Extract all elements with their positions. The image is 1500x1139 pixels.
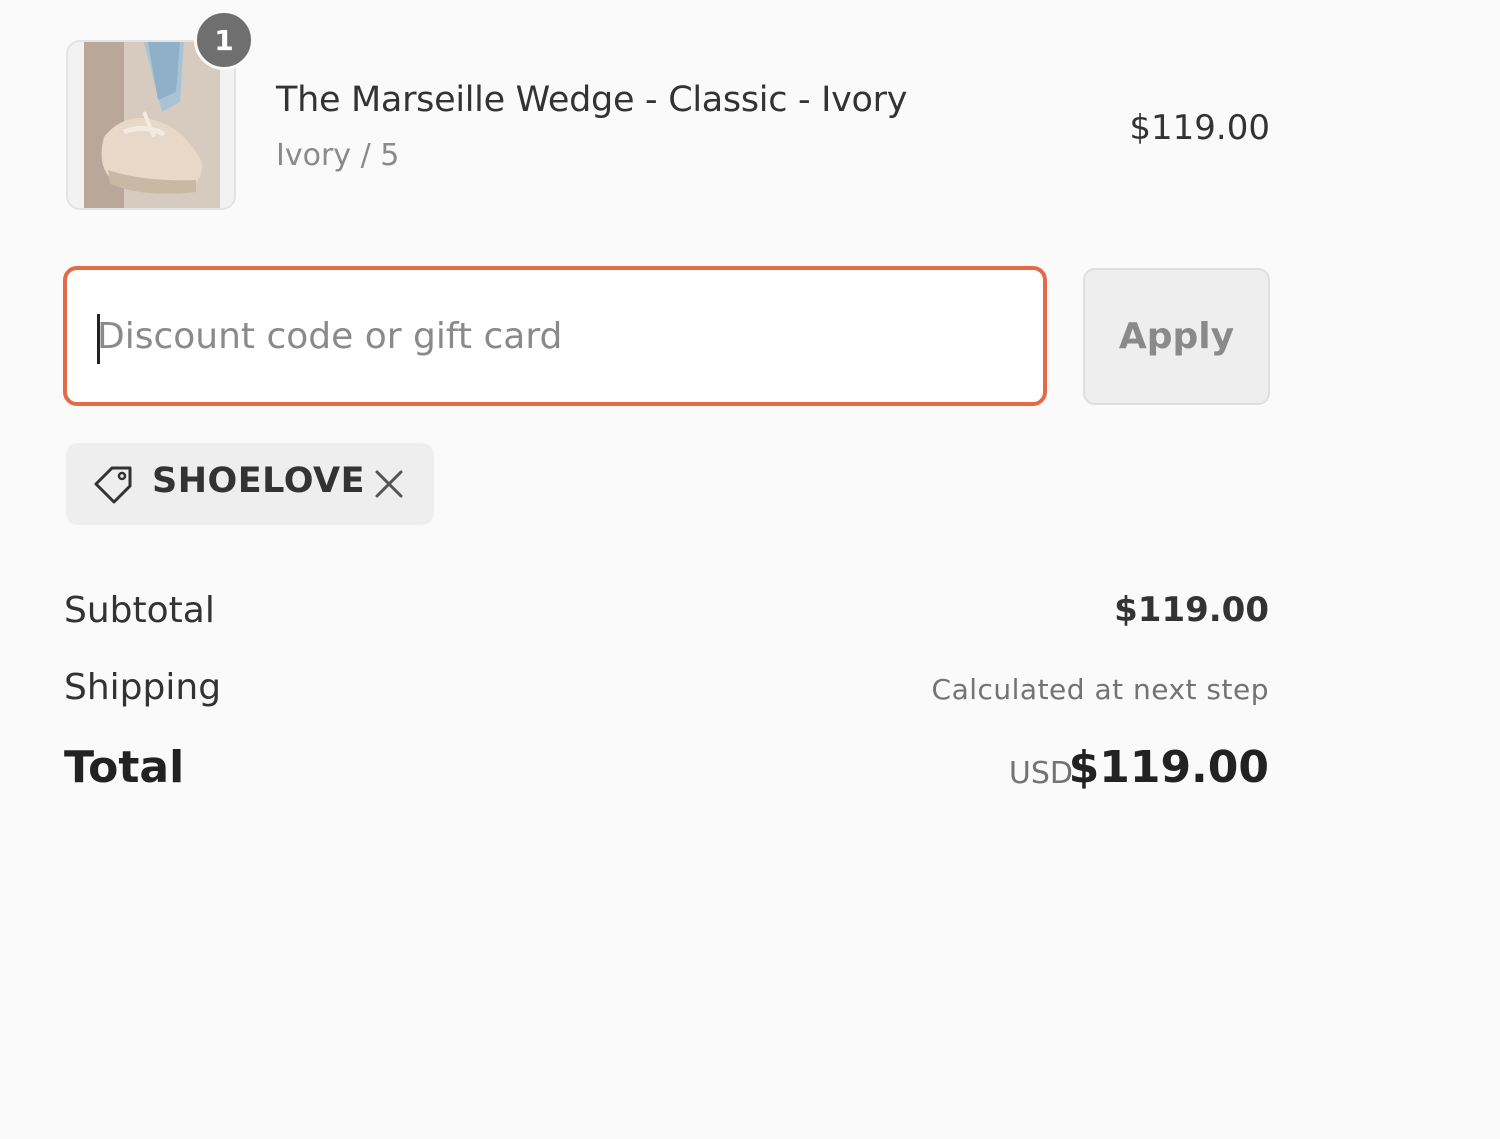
close-icon[interactable]: [368, 463, 410, 505]
total-value: $119.00: [1068, 742, 1269, 793]
applied-discount-chip: SHOELOVE: [66, 443, 434, 525]
shipping-label: Shipping: [64, 667, 222, 708]
apply-button[interactable]: Apply: [1083, 268, 1270, 405]
shipping-value: Calculated at next step: [931, 673, 1269, 706]
quantity-badge: 1: [194, 10, 254, 70]
product-name: The Marseille Wedge - Classic - Ivory: [276, 80, 908, 120]
product-variant: Ivory / 5: [276, 138, 400, 173]
discount-code-label: SHOELOVE: [152, 461, 366, 501]
line-item: 1 The Marseille Wedge - Classic - Ivory …: [66, 10, 1270, 212]
total-label: Total: [64, 742, 185, 793]
subtotal-label: Subtotal: [64, 590, 215, 631]
text-caret: [97, 314, 100, 364]
total-currency: USD: [1008, 756, 1073, 791]
tag-icon: [94, 466, 132, 504]
subtotal-value: $119.00: [1114, 590, 1269, 630]
discount-field[interactable]: [63, 266, 1047, 406]
discount-input[interactable]: [97, 270, 1017, 402]
product-price: $119.00: [1129, 108, 1270, 148]
shoe-photo-icon: [84, 42, 220, 208]
